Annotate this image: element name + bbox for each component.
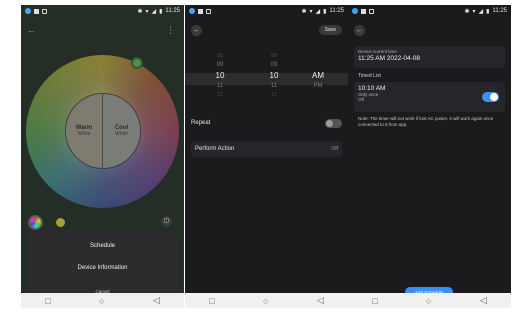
power-icon[interactable]: ⏻ [161,216,172,227]
hour-option[interactable]: 08 [205,51,235,60]
time-picker[interactable]: 08 09 10 11 12 08 09 10 11 12 AM PM [185,51,348,109]
minute-option[interactable]: 09 [259,60,289,69]
recents-button[interactable]: □ [45,296,50,306]
timed-list-title: Timed List [358,73,381,79]
device-time-card: Device current time 11:25 AM 2022-04-08 [354,46,505,68]
status-time: 11:25 [492,8,507,14]
notification-icon [206,8,211,14]
image-notification-icon [361,8,366,14]
system-nav-bar: □ ○ ◁ [21,293,184,308]
period-option[interactable]: PM [303,81,333,90]
timer-note: Note: The timer will not work if lost AC… [358,116,494,127]
timer-time: 10:10 AM [358,85,386,92]
bluetooth-icon: ✱ [137,8,143,15]
minute-option[interactable]: 12 [259,90,289,99]
back-arrow-icon[interactable]: ← [191,25,202,36]
bluetooth-icon: ✱ [301,8,307,15]
battery-icon: ▮ [486,8,490,15]
period-spacer [303,51,333,60]
white-mode-selector: Warm White Cool White [65,93,141,169]
wifi-icon: ▾ [472,8,476,15]
repeat-row[interactable]: Repeat [191,116,342,130]
notification-icon [42,8,47,14]
timer-item[interactable]: 10:10 AM Only once Off [354,82,505,112]
back-button[interactable]: ◁ [153,295,160,306]
minute-option[interactable]: 11 [259,81,289,90]
app-notification-icon [352,8,358,14]
perform-action-value: Off [331,146,338,152]
minute-selected[interactable]: 10 [259,69,289,81]
home-button[interactable]: ○ [99,296,104,306]
color-swatch[interactable] [56,218,65,227]
hour-wheel[interactable]: 08 09 10 11 12 [205,51,235,99]
more-options-icon[interactable]: ⋮ [166,25,176,36]
battery-icon: ▮ [159,8,163,15]
device-time-label: Device current time [358,49,397,54]
timer-action: Off [358,97,364,102]
battery-icon: ▮ [323,8,327,15]
minute-option[interactable]: 08 [259,51,289,60]
phone-color-wheel-screen: ✱ ▾ ◢ ▮ 11:25 ← ⋮ Warm White Cool White ⏻ Sc… [21,5,184,308]
wifi-icon: ▾ [309,8,313,15]
status-bar: ✱ ▾ ◢ ▮ 11:25 [348,5,511,17]
image-notification-icon [34,8,39,14]
repeat-label: Repeat [191,120,211,126]
signal-icon: ◢ [478,8,484,15]
period-selected[interactable]: AM [303,69,333,81]
menu-item-schedule[interactable]: Schedule [28,243,177,249]
status-time: 11:25 [329,8,344,14]
status-bar: ✱ ▾ ◢ ▮ 11:25 [21,5,184,17]
image-notification-icon [198,8,203,14]
save-button[interactable]: Save [318,25,342,35]
hour-option[interactable]: 11 [205,81,235,90]
notification-icon [369,8,374,14]
wifi-icon: ▾ [145,8,149,15]
repeat-toggle[interactable] [325,118,342,128]
back-arrow-icon[interactable]: ← [354,25,365,36]
color-wheel-handle[interactable] [131,57,143,69]
bluetooth-icon: ✱ [464,8,470,15]
menu-item-device-information[interactable]: Device Information [28,265,177,271]
app-notification-icon [25,8,31,14]
color-mode-icon[interactable] [28,215,43,230]
status-bar: ✱ ▾ ◢ ▮ 11:25 [185,5,348,17]
app-notification-icon [189,8,195,14]
phone-schedule-edit-screen: ✱ ▾ ◢ ▮ 11:25 ← Save 08 09 10 11 12 08 09 10… [185,5,348,308]
back-button[interactable]: ◁ [317,295,324,306]
system-nav-bar: □ ○ ◁ [185,293,348,308]
hour-selected[interactable]: 10 [205,69,235,81]
hour-option[interactable]: 09 [205,60,235,69]
signal-icon: ◢ [151,8,157,15]
back-arrow-icon[interactable]: ← [27,25,36,35]
signal-icon: ◢ [315,8,321,15]
minute-wheel[interactable]: 08 09 10 11 12 [259,51,289,99]
perform-action-label: Perform Action [195,146,235,152]
recents-button[interactable]: □ [372,296,377,306]
status-time: 11:25 [165,8,180,14]
cool-subtitle: White [115,131,128,137]
bottom-sheet-menu: Schedule Device Information Cancel [28,231,177,301]
system-nav-bar: □ ○ ◁ [348,293,511,308]
home-button[interactable]: ○ [426,296,431,306]
back-button[interactable]: ◁ [480,295,487,306]
device-time-value: 11:25 AM 2022-04-08 [358,55,421,62]
warm-subtitle: White [77,131,91,137]
hour-option[interactable]: 12 [205,90,235,99]
period-wheel[interactable]: AM PM [303,51,333,90]
perform-action-row[interactable]: Perform Action Off [191,141,342,157]
phone-timer-list-screen: ✱ ▾ ◢ ▮ 11:25 ← Device current time 11:25 AM… [348,5,511,308]
timer-enable-toggle[interactable] [482,92,499,102]
home-button[interactable]: ○ [263,296,268,306]
recents-button[interactable]: □ [209,296,214,306]
period-spacer [303,60,333,69]
